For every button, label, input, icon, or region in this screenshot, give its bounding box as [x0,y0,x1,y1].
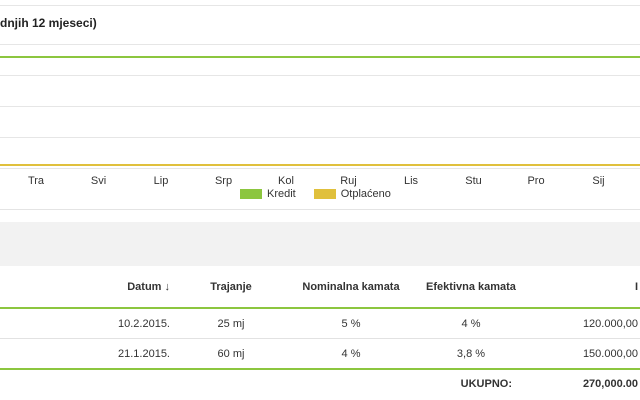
cell-trajanje: 25 mj [176,308,286,339]
x-tick-label: Lis [404,175,419,187]
x-tick-label: Ruj [340,175,357,187]
chart-title: dnjih 12 mjeseci) [0,16,97,30]
x-tick-label: Kol [278,175,294,187]
total-blank [286,369,416,398]
header-blank [0,266,60,309]
total-label: UKUPNO: [460,378,512,390]
total-blank [0,369,60,398]
table-row[interactable]: 10.2.2015. 25 mj 5 % 4 % 120.000,00 [0,308,640,339]
x-tick-label: Tra [28,175,45,187]
header-efektivna-kamata[interactable]: Efektivna kamata [416,266,526,309]
header-nominalna-kamata[interactable]: Nominalna kamata [286,266,416,309]
cell-iznos: 150.000,00 [526,338,640,370]
legend-swatch-kredit [240,189,262,199]
legend-item-otplaceno[interactable]: Otplaćeno [313,188,391,200]
cell-efektivna-kamata: 4 % [416,308,526,339]
chart-legend: Kredit Otplaćeno [240,188,391,200]
legend-label-otplaceno: Otplaćeno [340,188,391,200]
cell-efektivna-kamata: 3,8 % [416,338,526,370]
loan-overview-page: Tra Svi Lip Srp Kol Ruj Lis Stu Pro Sij dnjih 12 … [0,0,640,400]
x-tick-label: Sij [592,175,604,187]
total-blank [60,369,176,398]
legend-label-kredit: Kredit [267,188,296,200]
x-tick-label: Pro [527,175,544,187]
header-trajanje[interactable]: Trajanje [176,266,286,309]
table-total-row: UKUPNO: 270,000.00 [0,369,640,398]
row-blank [0,338,60,370]
legend-item-kredit[interactable]: Kredit [240,188,296,200]
total-value: 270,000.00 [582,378,638,390]
header-datum[interactable]: Datum ↓ [60,266,176,309]
x-axis-tick-labels: Tra Svi Lip Srp Kol Ruj Lis Stu Pro Sij [28,175,605,187]
total-blank [176,369,286,398]
x-tick-label: Srp [215,175,232,187]
x-tick-label: Lip [154,175,169,187]
loans-table: Datum ↓ Trajanje Nominalna kamata Efekti… [0,266,640,398]
header-iznos[interactable]: I [526,266,640,309]
loans-table-wrapper: Datum ↓ Trajanje Nominalna kamata Efekti… [0,266,640,398]
x-tick-label: Svi [91,175,106,187]
cell-iznos: 120.000,00 [526,308,640,339]
cell-datum: 10.2.2015. [60,308,176,339]
cell-trajanje: 60 mj [176,338,286,370]
legend-swatch-otplaceno [313,189,336,199]
loan-chart: Tra Svi Lip Srp Kol Ruj Lis Stu Pro Sij [0,5,640,187]
row-blank [0,308,60,339]
filter-band [0,222,640,266]
x-tick-label: Stu [465,175,482,187]
cell-datum: 21.1.2015. [60,338,176,370]
cell-nominalna-kamata: 5 % [286,308,416,339]
table-header-row: Datum ↓ Trajanje Nominalna kamata Efekti… [0,266,640,309]
table-row[interactable]: 21.1.2015. 60 mj 4 % 3,8 % 150.000,00 [0,338,640,370]
divider [0,209,640,210]
cell-nominalna-kamata: 4 % [286,338,416,370]
